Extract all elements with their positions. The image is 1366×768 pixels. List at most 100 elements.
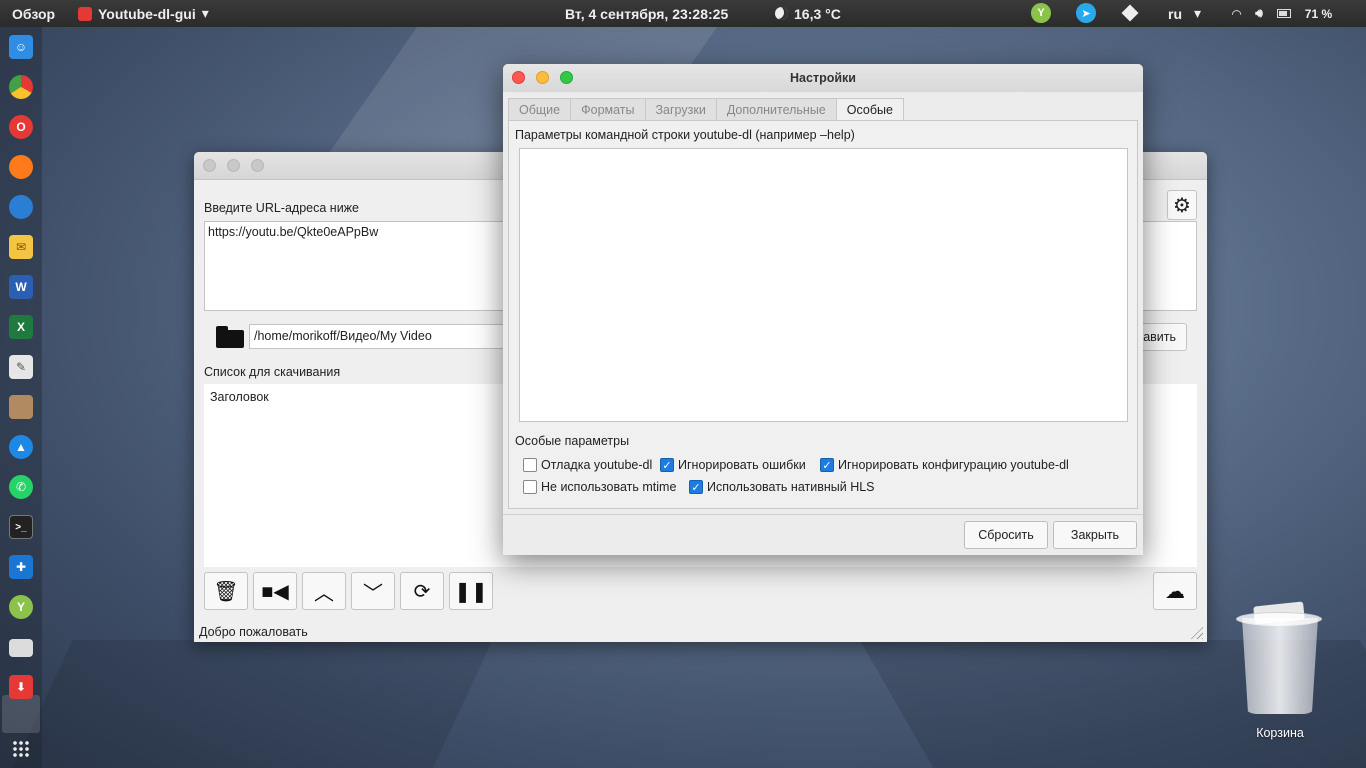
tab-advanced[interactable]: Дополнительные xyxy=(715,98,836,121)
download-button[interactable]: ☁ xyxy=(1153,572,1197,610)
chevron-up-icon: ︿ xyxy=(314,582,334,605)
weather-indicator[interactable]: 16,3 °C xyxy=(775,0,841,27)
close-button[interactable] xyxy=(512,71,525,84)
system-menu[interactable]: ◠ 🔊︎ 71 % xyxy=(1232,0,1332,27)
app-grid-icon[interactable] xyxy=(12,740,30,758)
chrome-icon[interactable] xyxy=(9,75,33,99)
resize-grip[interactable] xyxy=(1189,625,1203,639)
option-label: Не использовать mtime xyxy=(541,480,677,494)
wifi-icon: ◠ xyxy=(1232,6,1242,21)
refresh-icon: ⟳ xyxy=(413,580,431,603)
minimize-button[interactable] xyxy=(227,159,240,172)
whatsapp-icon[interactable]: ✆ xyxy=(9,475,33,499)
tab-general[interactable]: Общие xyxy=(508,98,571,121)
activities-button[interactable]: Обзор xyxy=(12,0,55,27)
option-debug-youtube-dl[interactable]: Отладка youtube-dl xyxy=(523,458,652,472)
tab-special[interactable]: Особые xyxy=(835,98,904,121)
battery-icon xyxy=(1276,9,1291,18)
option-label: Отладка youtube-dl xyxy=(541,458,653,472)
mail-icon[interactable]: ✉ xyxy=(9,235,33,259)
volume-icon: 🔊︎ xyxy=(1255,6,1263,20)
chevron-down-icon: ﹀ xyxy=(363,582,383,605)
cloud-download-icon: ☁ xyxy=(1165,580,1185,603)
tab-formats[interactable]: Форматы xyxy=(570,98,645,121)
battery-percent: 71 % xyxy=(1304,6,1333,21)
app-store-icon[interactable]: ✚ xyxy=(9,555,33,579)
save-path-input[interactable]: /home/morikoff/Видео/My Video xyxy=(249,324,509,349)
delete-button[interactable]: 🗑︎ xyxy=(204,572,248,610)
trash-icon[interactable] xyxy=(1236,601,1322,719)
option-ignore-errors[interactable]: ✓ Игнорировать ошибки xyxy=(660,458,806,472)
move-down-button[interactable]: ﹀ xyxy=(351,572,395,610)
checkbox[interactable]: ✓ xyxy=(820,458,834,472)
divider xyxy=(503,514,1143,515)
status-bar: Добро пожаловать xyxy=(199,625,308,639)
archive-icon[interactable] xyxy=(9,395,33,419)
chevron-down-icon: ▾ xyxy=(201,5,209,21)
clock[interactable]: Вт, 4 сентября, 23:28:25 xyxy=(565,0,728,27)
youtube-dl-gui-icon xyxy=(78,6,92,21)
maximize-button[interactable] xyxy=(251,159,264,172)
pause-icon: ❚❚ xyxy=(454,580,488,603)
option-no-mtime[interactable]: Не использовать mtime xyxy=(523,480,676,494)
chevron-down-icon: ▾ xyxy=(1194,5,1202,21)
yandex-icon[interactable]: Y xyxy=(9,595,33,619)
app-menu[interactable]: Youtube-dl-gui ▾ xyxy=(78,0,209,27)
wallpaper-shape xyxy=(7,640,493,768)
trash-label: Корзина xyxy=(1256,726,1304,740)
checkbox[interactable]: ✓ xyxy=(660,458,674,472)
minimize-button[interactable] xyxy=(536,71,549,84)
checkbox[interactable]: ✓ xyxy=(689,480,703,494)
yandex-disk-icon[interactable]: Y xyxy=(1031,3,1051,23)
language-label: ru xyxy=(1168,5,1182,22)
close-button[interactable] xyxy=(203,159,216,172)
pause-button[interactable]: ❚❚ xyxy=(449,572,493,610)
reload-button[interactable]: ⟳ xyxy=(400,572,444,610)
notes-icon[interactable]: ✎ xyxy=(9,355,33,379)
trash-icon: 🗑︎ xyxy=(213,580,239,603)
move-up-button[interactable]: ︿ xyxy=(302,572,346,610)
opera-icon[interactable]: O xyxy=(9,115,33,139)
option-label: Игнорировать конфигурацию youtube-dl xyxy=(838,458,1069,472)
excel-icon[interactable]: X xyxy=(9,315,33,339)
reset-button[interactable]: Сбросить xyxy=(964,521,1048,549)
app-menu-label: Youtube-dl-gui xyxy=(98,5,196,22)
url-label: Введите URL-адреса ниже xyxy=(204,201,359,215)
dialog-titlebar[interactable]: Настройки xyxy=(503,64,1143,92)
telegram-icon[interactable]: ➤ xyxy=(1076,3,1096,23)
option-label: Игнорировать ошибки xyxy=(678,458,806,472)
column-header-title[interactable]: Заголовок xyxy=(210,390,269,404)
tab-downloads[interactable]: Загрузки xyxy=(644,98,716,121)
active-app-highlight xyxy=(2,695,40,733)
youtube-dl-gui-icon[interactable]: ⬇ xyxy=(9,675,33,699)
disk-icon[interactable] xyxy=(9,639,33,657)
thunderbird-icon[interactable] xyxy=(9,195,33,219)
maximize-button[interactable] xyxy=(560,71,573,84)
download-list-label: Список для скачивания xyxy=(204,365,341,379)
option-label: Использовать нативный HLS xyxy=(707,480,875,494)
top-panel: Обзор Youtube-dl-gui ▾ Вт, 4 сентября, 2… xyxy=(0,0,1366,27)
special-tab-pane: Параметры командной строки youtube-dl (н… xyxy=(508,120,1138,509)
firefox-icon[interactable] xyxy=(9,155,33,179)
moon-icon xyxy=(775,7,788,20)
language-indicator[interactable]: ru ▾ xyxy=(1168,0,1201,27)
cmd-options-label: Параметры командной строки youtube-dl (н… xyxy=(515,128,855,142)
checkbox[interactable] xyxy=(523,480,537,494)
close-dialog-button[interactable]: Закрыть xyxy=(1053,521,1137,549)
checkbox[interactable] xyxy=(523,458,537,472)
special-options-label: Особые параметры xyxy=(515,434,630,448)
folder-icon[interactable] xyxy=(216,326,244,348)
dialog-title: Настройки xyxy=(790,71,856,85)
settings-button[interactable]: ⚙ xyxy=(1167,190,1197,220)
cmd-options-textarea[interactable] xyxy=(519,148,1128,422)
option-ignore-config[interactable]: ✓ Игнорировать конфигурацию youtube-dl xyxy=(820,458,1069,472)
weather-temperature: 16,3 °C xyxy=(794,5,841,22)
play-video-button[interactable]: ■◀ xyxy=(253,572,297,610)
dropbox-icon[interactable] xyxy=(1121,4,1140,22)
option-native-hls[interactable]: ✓ Использовать нативный HLS xyxy=(689,480,875,494)
word-icon[interactable]: W xyxy=(9,275,33,299)
finder-icon[interactable]: ☺ xyxy=(9,35,33,59)
browser-icon[interactable]: ▲ xyxy=(9,435,33,459)
terminal-icon[interactable]: >_ xyxy=(9,515,33,539)
gear-icon: ⚙ xyxy=(1173,194,1191,217)
